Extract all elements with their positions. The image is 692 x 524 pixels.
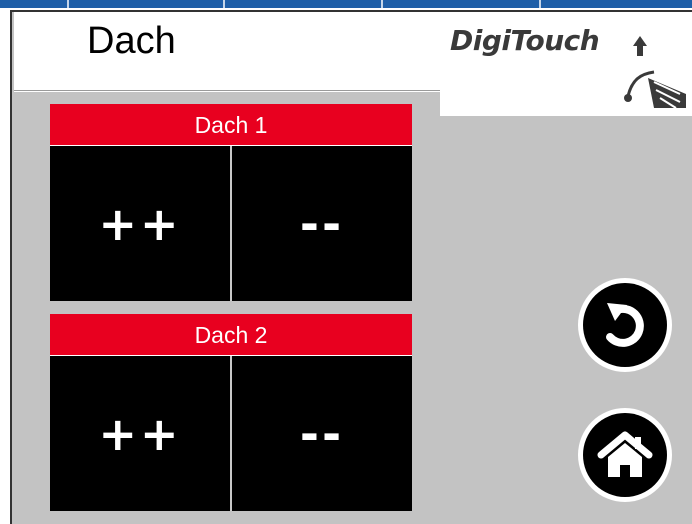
logo-text: DigiTouch (450, 24, 600, 57)
group-dach-2: Dach 2 ++ -- (50, 314, 412, 511)
logo: DigiTouch (440, 12, 692, 116)
increase-button[interactable]: ++ (50, 146, 232, 301)
home-icon (597, 431, 653, 477)
home-button[interactable] (578, 408, 672, 502)
back-button-face (583, 283, 667, 367)
header-divider (14, 90, 440, 91)
group-label: Dach 2 (50, 314, 412, 356)
decrease-button[interactable]: -- (232, 146, 412, 301)
top-strip (0, 0, 692, 8)
group-controls: ++ -- (50, 356, 412, 511)
decrease-button[interactable]: -- (232, 356, 412, 511)
home-button-face (583, 413, 667, 497)
main-panel: Dach DigiTouch Dach 1 ++ -- Dach 2 ++ -- (10, 10, 692, 524)
group-controls: ++ -- (50, 146, 412, 301)
group-dach-1: Dach 1 ++ -- (50, 104, 412, 301)
back-button[interactable] (578, 278, 672, 372)
top-strip-ticks (67, 0, 541, 8)
undo-arrow-icon (606, 303, 644, 347)
screen: Dach DigiTouch Dach 1 ++ -- Dach 2 ++ -- (0, 0, 692, 524)
increase-button[interactable]: ++ (50, 356, 232, 511)
logo-swoosh-icon (624, 36, 686, 109)
group-label: Dach 1 (50, 104, 412, 146)
page-title: Dach (87, 20, 176, 62)
